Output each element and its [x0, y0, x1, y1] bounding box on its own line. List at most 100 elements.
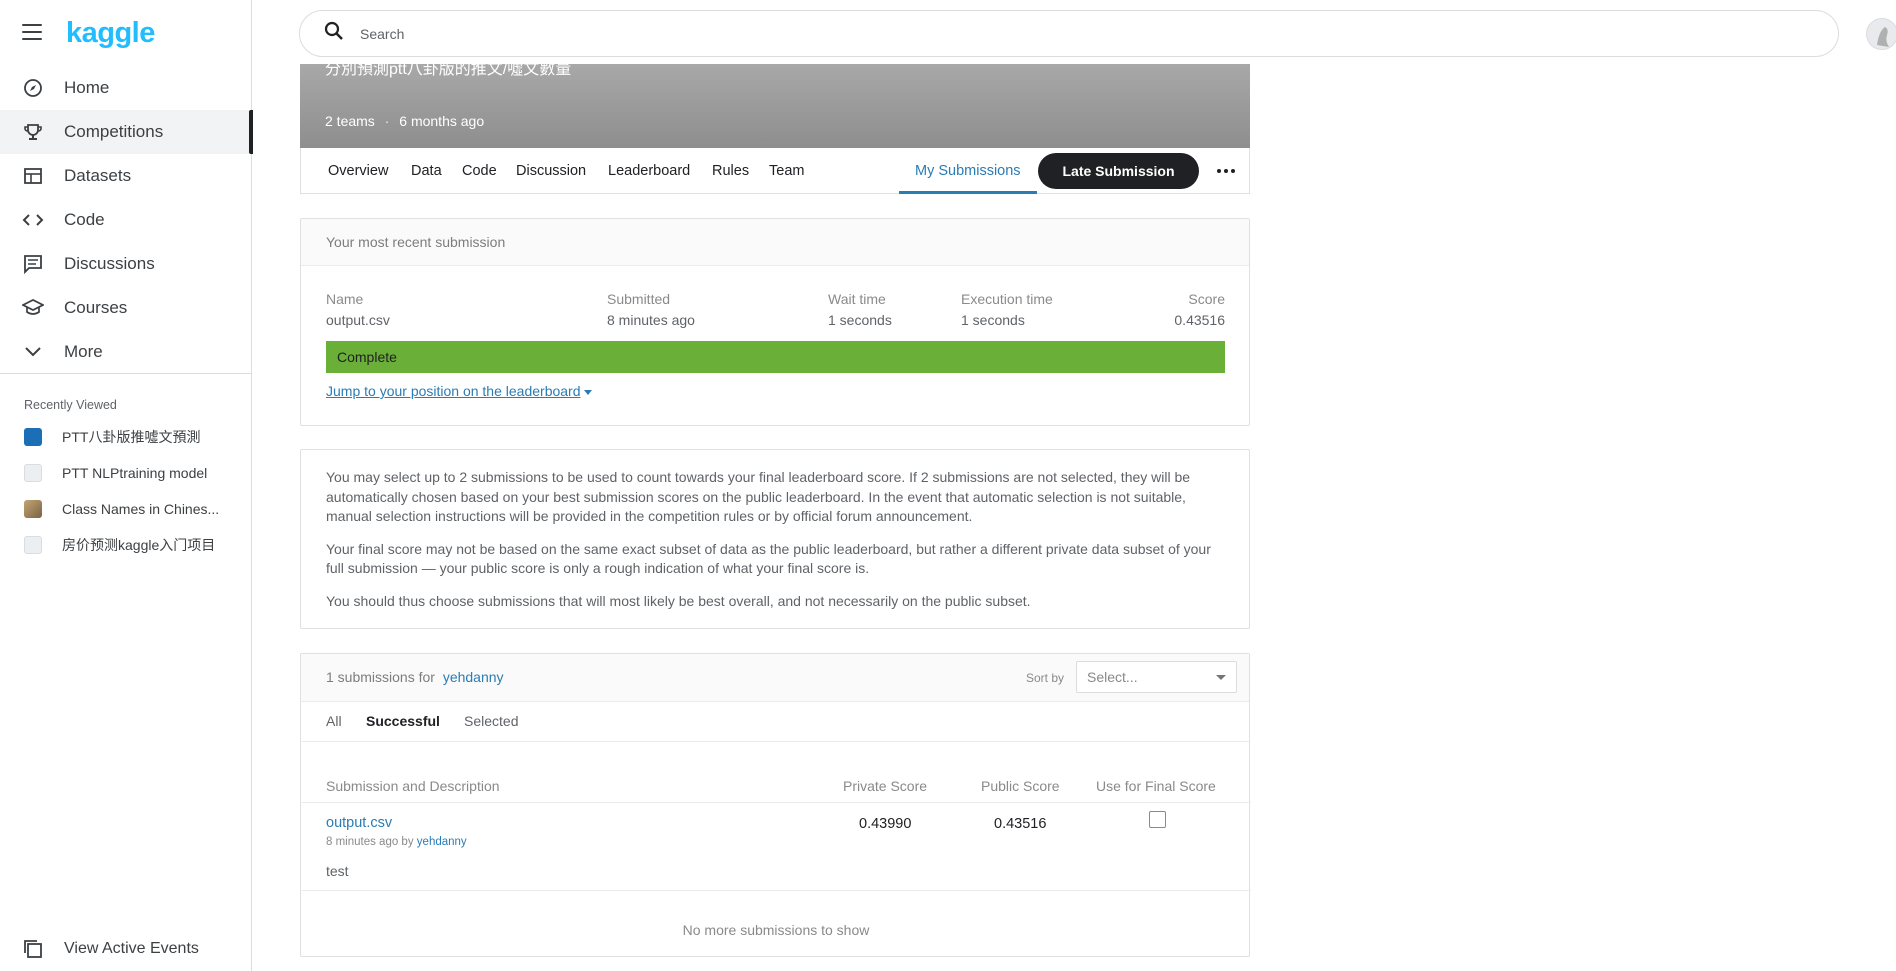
- compass-icon: [22, 77, 44, 99]
- info-execution-time: Execution time 1 seconds: [961, 291, 1053, 328]
- submissions-header: 1 submissions for yehdanny Sort by Selec…: [301, 654, 1249, 702]
- competition-age: 6 months ago: [399, 113, 485, 129]
- sidebar-divider: [0, 373, 252, 374]
- table-row: output.csv 8 minutes ago by yehdanny tes…: [301, 803, 1251, 891]
- recent-submission-heading: Your most recent submission: [301, 219, 1249, 266]
- submission-file-link[interactable]: output.csv: [326, 815, 392, 831]
- more-options-icon[interactable]: [1213, 158, 1239, 184]
- jump-link-label: Jump to your position on the leaderboard: [326, 383, 581, 399]
- info-score: Score 0.43516: [1174, 291, 1225, 328]
- tab-leaderboard[interactable]: Leaderboard: [608, 148, 690, 194]
- sidebar: kaggle Home Competitions Datasets Code D…: [0, 0, 253, 971]
- info-label: Execution time: [961, 291, 1053, 307]
- status-badge: Complete: [326, 341, 1225, 373]
- use-for-final-checkbox[interactable]: [1149, 811, 1166, 828]
- sidebar-item-home[interactable]: Home: [0, 66, 252, 110]
- column-header-description: Submission and Description: [326, 778, 500, 794]
- private-score: 0.43990: [859, 816, 912, 832]
- sidebar-item-label: Discussions: [64, 254, 155, 273]
- sort-selected-value: Select...: [1087, 669, 1138, 685]
- submissions-count: 1 submissions for yehdanny: [326, 669, 504, 685]
- meta-separator: ·: [384, 113, 390, 129]
- tab-code[interactable]: Code: [462, 148, 497, 194]
- info-label: Wait time: [828, 291, 886, 307]
- filter-all[interactable]: All: [326, 713, 342, 729]
- submissions-user-link[interactable]: yehdanny: [443, 669, 504, 685]
- recent-item-label: 房价预测kaggle入门项目: [62, 537, 216, 553]
- sidebar-item-label: Code: [64, 210, 105, 229]
- recent-item[interactable]: 房价预测kaggle入门项目: [0, 527, 252, 563]
- sidebar-item-label: Datasets: [64, 166, 132, 185]
- sidebar-item-label: Courses: [64, 298, 128, 317]
- user-avatar[interactable]: [1866, 18, 1896, 50]
- tab-team[interactable]: Team: [769, 148, 804, 194]
- sidebar-item-courses[interactable]: Courses: [0, 286, 252, 330]
- submissions-panel: 1 submissions for yehdanny Sort by Selec…: [300, 653, 1251, 957]
- tab-data[interactable]: Data: [411, 148, 442, 194]
- school-icon: [22, 297, 44, 319]
- info-value: 1 seconds: [828, 312, 892, 328]
- submission-meta: 8 minutes ago by yehdanny: [326, 836, 467, 848]
- submission-user-link[interactable]: yehdanny: [417, 836, 467, 848]
- dropdown-arrow-icon: [1216, 675, 1226, 680]
- view-active-events-button[interactable]: View Active Events: [22, 938, 199, 960]
- filter-successful[interactable]: Successful: [366, 713, 440, 729]
- submission-time: 8 minutes ago by: [326, 836, 414, 848]
- notes-paragraph: You may select up to 2 submissions to be…: [326, 469, 1191, 524]
- view-active-events-label: View Active Events: [64, 940, 199, 957]
- teams-count: 2 teams: [325, 113, 375, 129]
- submissions-count-text: 1 submissions for: [326, 669, 435, 685]
- selection-notes-panel: You may select up to 2 submissions to be…: [300, 449, 1250, 629]
- user-avatar-thumbnail: [24, 536, 42, 554]
- sidebar-item-label: More: [64, 342, 103, 361]
- competition-subtitle: 分別預測ptt八卦版的推文/噓文數量: [325, 61, 572, 78]
- recent-item-label: Class Names in Chines...: [62, 501, 220, 517]
- kaggle-logo[interactable]: kaggle: [66, 17, 155, 50]
- sidebar-nav: Home Competitions Datasets Code Discussi…: [0, 66, 253, 374]
- column-header-private-score: Private Score: [843, 778, 928, 794]
- info-value: 1 seconds: [961, 312, 1025, 328]
- info-value: output.csv: [326, 312, 390, 328]
- public-score: 0.43516: [994, 816, 1047, 832]
- recent-submission-panel: Your most recent submission Name output.…: [300, 218, 1250, 426]
- no-more-submissions: No more submissions to show: [682, 922, 870, 938]
- active-tab-underline: [899, 191, 1037, 194]
- recently-viewed-title: Recently Viewed: [24, 398, 117, 412]
- sidebar-item-more[interactable]: More: [0, 330, 252, 374]
- sidebar-item-competitions[interactable]: Competitions: [0, 110, 253, 154]
- recent-item-label: PTT NLPtraining model: [62, 465, 208, 481]
- tab-my-submissions[interactable]: My Submissions: [915, 148, 1021, 194]
- submission-description: test: [326, 863, 349, 879]
- search-input[interactable]: [360, 25, 1760, 42]
- info-submitted: Submitted 8 minutes ago: [607, 291, 695, 328]
- sidebar-item-datasets[interactable]: Datasets: [0, 154, 252, 198]
- menu-icon[interactable]: [22, 24, 42, 40]
- filter-selected[interactable]: Selected: [464, 713, 518, 729]
- sidebar-item-discussions[interactable]: Discussions: [0, 242, 252, 286]
- tab-discussion[interactable]: Discussion: [516, 148, 586, 194]
- recent-item[interactable]: PTT NLPtraining model: [0, 455, 252, 491]
- column-header-final-score: Use for Final Score: [1096, 778, 1216, 794]
- info-value: 0.43516: [1174, 312, 1225, 328]
- library-icon: [22, 938, 44, 960]
- table-icon: [22, 165, 44, 187]
- recent-item[interactable]: Class Names in Chines...: [0, 491, 252, 527]
- search-bar[interactable]: [299, 10, 1839, 57]
- tab-rules[interactable]: Rules: [712, 148, 749, 194]
- search-icon: [324, 21, 344, 46]
- info-label: Score: [1188, 291, 1225, 307]
- submissions-table-header: Submission and Description Private Score…: [301, 778, 1251, 803]
- jump-to-leaderboard-link[interactable]: Jump to your position on the leaderboard: [326, 383, 592, 399]
- sidebar-item-code[interactable]: Code: [0, 198, 252, 242]
- code-icon: [22, 209, 44, 231]
- competition-header: 分別預測ptt八卦版的推文/噓文數量 2 teams · 6 months ag…: [300, 61, 1250, 148]
- tab-overview[interactable]: Overview: [328, 148, 388, 194]
- sort-select[interactable]: Select...: [1076, 661, 1237, 693]
- sidebar-item-label: Competitions: [64, 122, 164, 141]
- notes-paragraph: Your final score may not be based on the…: [326, 540, 1211, 577]
- caret-down-icon: [583, 389, 592, 395]
- info-label: Name: [326, 291, 364, 307]
- recent-item[interactable]: PTT八卦版推噓文預測: [0, 419, 252, 455]
- late-submission-button[interactable]: Late Submission: [1038, 153, 1199, 189]
- competition-meta: 2 teams · 6 months ago: [325, 113, 484, 129]
